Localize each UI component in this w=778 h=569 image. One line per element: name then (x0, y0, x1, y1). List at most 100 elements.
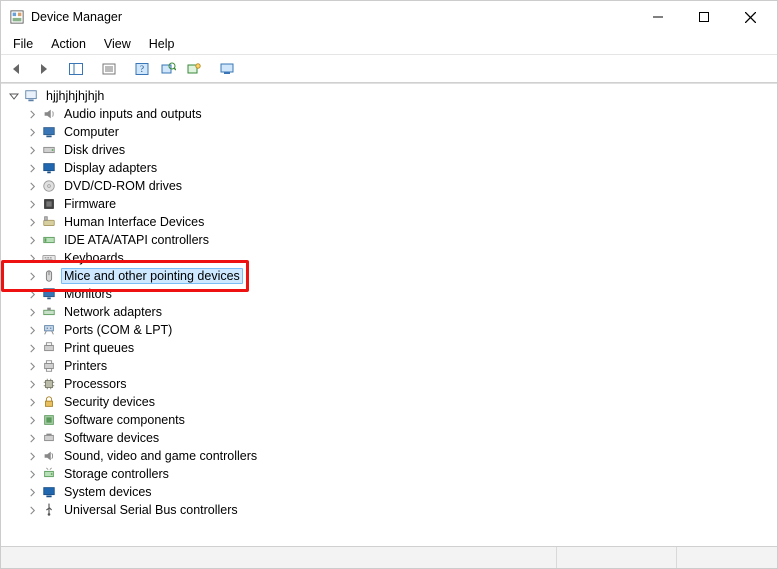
window-title: Device Manager (31, 10, 122, 24)
tree-category-item[interactable]: Computer (25, 123, 771, 141)
tree-category-item[interactable]: DVD/CD-ROM drives (25, 177, 771, 195)
mouse-icon (41, 268, 57, 284)
scan-hardware-button[interactable] (156, 57, 180, 81)
toolbar-separator (125, 60, 126, 78)
expand-collapse-icon[interactable] (25, 197, 39, 211)
expand-collapse-icon[interactable] (25, 323, 39, 337)
expand-collapse-icon[interactable] (25, 269, 39, 283)
expand-collapse-icon[interactable] (25, 287, 39, 301)
keyboard-icon (41, 250, 57, 266)
expand-collapse-icon[interactable] (25, 305, 39, 319)
usb-icon (41, 502, 57, 518)
close-button[interactable] (727, 1, 773, 33)
device-tree[interactable]: hjjhjhjhjhjh Audio inputs and outputsCom… (1, 84, 777, 546)
menu-help[interactable]: Help (141, 35, 183, 53)
network-icon (41, 304, 57, 320)
toolbar: ? (1, 55, 777, 83)
display-icon (41, 160, 57, 176)
toolbar-separator (59, 60, 60, 78)
devices-by-type-button[interactable] (215, 57, 239, 81)
tree-category-label: Disk drives (61, 142, 128, 158)
expand-collapse-icon[interactable] (25, 485, 39, 499)
toolbar-separator (210, 60, 211, 78)
back-button[interactable] (5, 57, 29, 81)
help-button[interactable]: ? (130, 57, 154, 81)
statusbar (1, 546, 777, 568)
hid-icon (41, 214, 57, 230)
storage-icon (41, 466, 57, 482)
expand-collapse-icon[interactable] (25, 215, 39, 229)
tree-category-label: Monitors (61, 286, 115, 302)
tree-category-label: Mice and other pointing devices (61, 268, 243, 284)
expand-collapse-icon[interactable] (25, 359, 39, 373)
expand-collapse-icon[interactable] (7, 89, 21, 103)
tree-category-item[interactable]: Network adapters (25, 303, 771, 321)
maximize-button[interactable] (681, 1, 727, 33)
tree-category-label: Printers (61, 358, 110, 374)
expand-collapse-icon[interactable] (25, 341, 39, 355)
expand-collapse-icon[interactable] (25, 467, 39, 481)
expand-collapse-icon[interactable] (25, 377, 39, 391)
tree-root-node[interactable]: hjjhjhjhjhjh (7, 87, 771, 105)
expand-collapse-icon[interactable] (25, 179, 39, 193)
tree-category-label: Print queues (61, 340, 137, 356)
expand-collapse-icon[interactable] (25, 413, 39, 427)
tree-category-label: DVD/CD-ROM drives (61, 178, 185, 194)
tree-category-item[interactable]: Processors (25, 375, 771, 393)
tree-category-item[interactable]: Monitors (25, 285, 771, 303)
menu-action[interactable]: Action (43, 35, 94, 53)
tree-category-item[interactable]: IDE ATA/ATAPI controllers (25, 231, 771, 249)
tree-category-item[interactable]: Printers (25, 357, 771, 375)
disk-icon (41, 142, 57, 158)
audio-icon (41, 106, 57, 122)
tree-category-label: Keyboards (61, 250, 127, 266)
menubar: File Action View Help (1, 33, 777, 55)
tree-category-item[interactable]: Mice and other pointing devices (25, 267, 771, 285)
minimize-button[interactable] (635, 1, 681, 33)
expand-collapse-icon[interactable] (25, 431, 39, 445)
tree-category-item[interactable]: Display adapters (25, 159, 771, 177)
tree-category-label: Security devices (61, 394, 158, 410)
forward-button[interactable] (31, 57, 55, 81)
expand-collapse-icon[interactable] (25, 143, 39, 157)
tree-category-item[interactable]: Print queues (25, 339, 771, 357)
tree-category-item[interactable]: Keyboards (25, 249, 771, 267)
tree-category-item[interactable]: Disk drives (25, 141, 771, 159)
tree-category-item[interactable]: Audio inputs and outputs (25, 105, 771, 123)
svg-text:?: ? (140, 64, 144, 74)
tree-category-item[interactable]: Sound, video and game controllers (25, 447, 771, 465)
swcomp-icon (41, 412, 57, 428)
tree-category-item[interactable]: Software devices (25, 429, 771, 447)
tree-category-item[interactable]: Ports (COM & LPT) (25, 321, 771, 339)
properties-button[interactable] (97, 57, 121, 81)
tree-category-item[interactable]: Storage controllers (25, 465, 771, 483)
tree-category-label: Firmware (61, 196, 119, 212)
menu-view[interactable]: View (96, 35, 139, 53)
tree-category-item[interactable]: Firmware (25, 195, 771, 213)
menu-file[interactable]: File (5, 35, 41, 53)
expand-collapse-icon[interactable] (25, 125, 39, 139)
add-legacy-hardware-button[interactable] (182, 57, 206, 81)
expand-collapse-icon[interactable] (25, 233, 39, 247)
toolbar-separator (92, 60, 93, 78)
ports-icon (41, 322, 57, 338)
tree-category-item[interactable]: Human Interface Devices (25, 213, 771, 231)
expand-collapse-icon[interactable] (25, 251, 39, 265)
tree-category-item[interactable]: System devices (25, 483, 771, 501)
app-icon (9, 9, 25, 25)
printq-icon (41, 340, 57, 356)
tree-category-label: Audio inputs and outputs (61, 106, 205, 122)
expand-collapse-icon[interactable] (25, 161, 39, 175)
expand-collapse-icon[interactable] (25, 395, 39, 409)
show-hide-tree-button[interactable] (64, 57, 88, 81)
computer-icon (41, 124, 57, 140)
tree-category-item[interactable]: Universal Serial Bus controllers (25, 501, 771, 519)
expand-collapse-icon[interactable] (25, 503, 39, 517)
expand-collapse-icon[interactable] (25, 107, 39, 121)
tree-category-item[interactable]: Software components (25, 411, 771, 429)
system-icon (41, 484, 57, 500)
titlebar: Device Manager (1, 1, 777, 33)
tree-category-label: Human Interface Devices (61, 214, 207, 230)
expand-collapse-icon[interactable] (25, 449, 39, 463)
tree-category-item[interactable]: Security devices (25, 393, 771, 411)
